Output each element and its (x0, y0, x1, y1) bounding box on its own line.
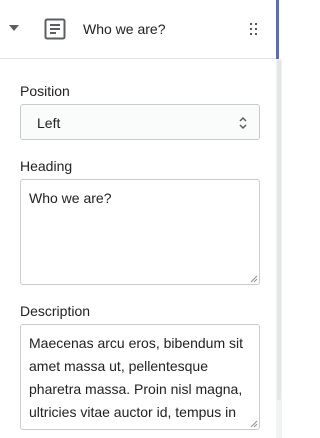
section-title: Who we are? (83, 21, 166, 37)
resize-handle-icon[interactable] (249, 419, 258, 428)
scrollbar-thumb[interactable] (277, 60, 281, 400)
chevron-down-icon[interactable] (9, 25, 19, 31)
selected-indicator (276, 0, 279, 59)
section-header[interactable]: Who we are? (0, 0, 276, 59)
heading-label: Heading (20, 158, 73, 174)
description-textarea-value: Maecenas arcu eros, bibendum sit amet ma… (29, 335, 243, 420)
select-caret-icon (239, 116, 247, 130)
position-select[interactable]: Left (20, 104, 260, 140)
description-textarea[interactable]: Maecenas arcu eros, bibendum sit amet ma… (20, 324, 260, 430)
drag-handle-icon[interactable] (250, 23, 258, 35)
text-block-icon (44, 18, 66, 40)
position-select-value: Left (37, 115, 61, 131)
resize-handle-icon[interactable] (249, 274, 258, 283)
heading-textarea[interactable]: Who we are? (20, 179, 260, 285)
heading-textarea-value: Who we are? (29, 190, 112, 206)
position-label: Position (20, 83, 70, 99)
description-label: Description (20, 303, 91, 319)
